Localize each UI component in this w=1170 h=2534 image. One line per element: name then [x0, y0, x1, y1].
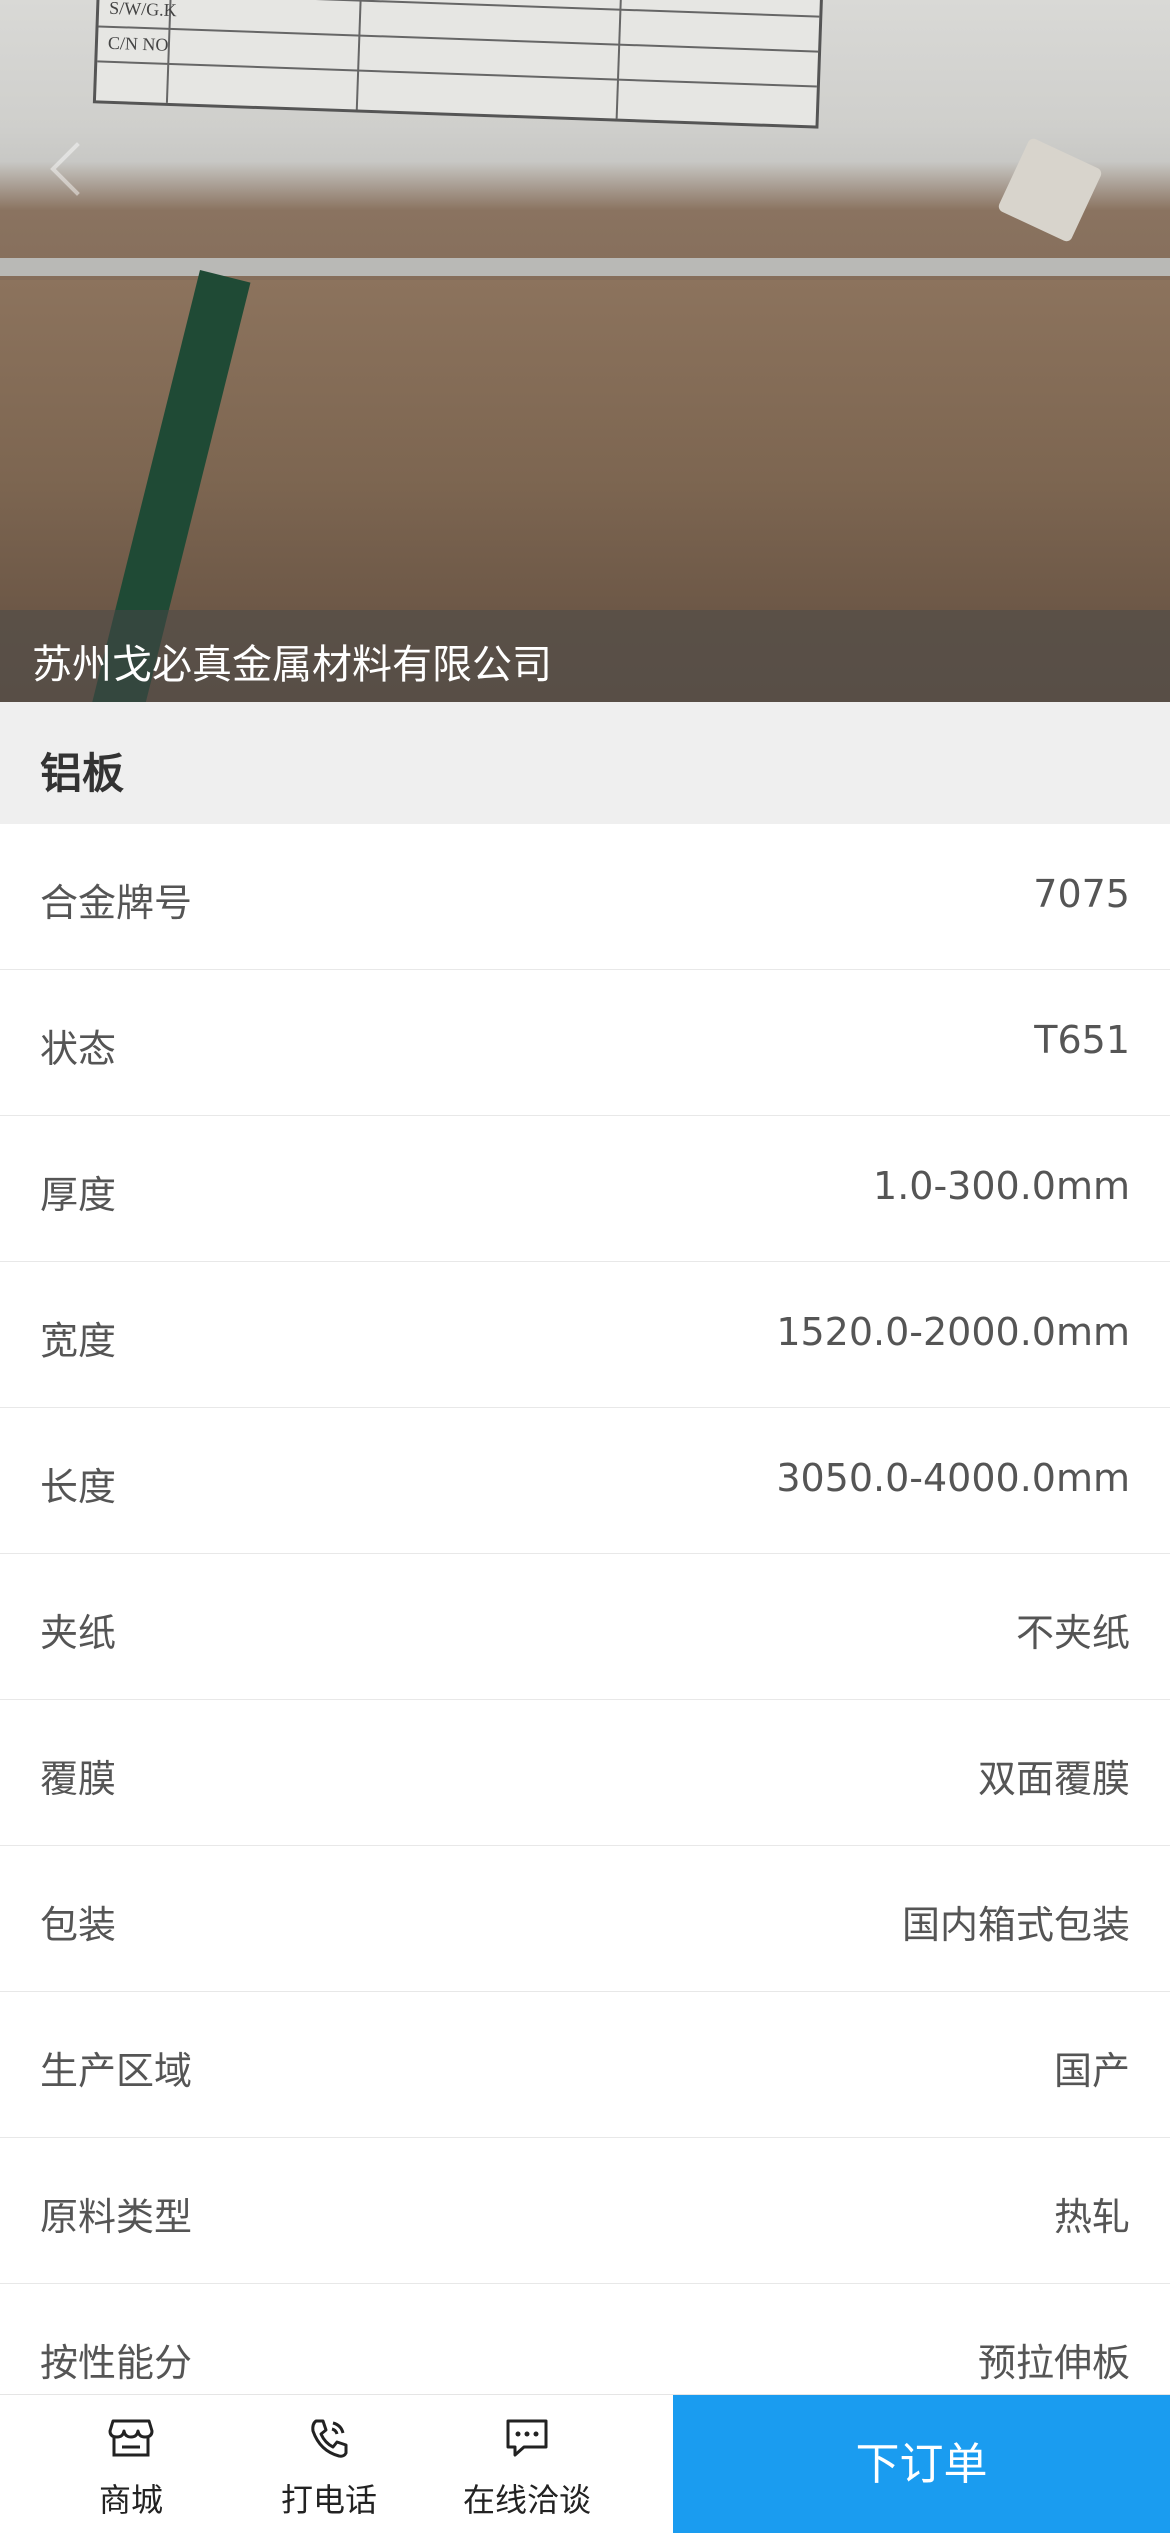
spec-label: 包装: [40, 1903, 117, 1947]
spec-label: 覆膜: [40, 1757, 117, 1801]
spec-row-width: 宽度 1520.0-2000.0mm: [0, 1262, 1170, 1408]
spec-row-film: 覆膜 双面覆膜: [0, 1700, 1170, 1846]
spec-label: 生产区域: [40, 2049, 193, 2093]
spec-value: 双面覆膜: [977, 1757, 1130, 1801]
spec-value: 国产: [1053, 2049, 1130, 2093]
spec-row-thickness: 厚度 1.0-300.0mm: [0, 1116, 1170, 1262]
company-caption: 苏州戈必真金属材料有限公司: [0, 610, 1170, 702]
spec-row-material-type: 原料类型 热轧: [0, 2138, 1170, 2284]
spec-value: 预拉伸板: [977, 2341, 1130, 2385]
tab-call[interactable]: 打电话: [230, 2395, 428, 2533]
spec-row-length: 长度 3050.0-4000.0mm: [0, 1408, 1170, 1554]
company-name: 苏州戈必真金属材料有限公司: [32, 642, 552, 688]
package-label-sheet: S/W/G.K C/N NO: [92, 0, 824, 129]
tab-chat[interactable]: 在线洽谈: [428, 2395, 626, 2533]
spec-label: 长度: [40, 1465, 117, 1509]
product-photo: S/W/G.K C/N NO 苏州戈必真金属材料有限公司: [0, 0, 1170, 702]
spec-value: 1520.0-2000.0mm: [776, 1310, 1130, 1354]
spec-label: 状态: [40, 1027, 117, 1071]
product-title: 铝板: [40, 749, 125, 798]
spec-label: 按性能分: [40, 2341, 193, 2385]
product-title-bar: 铝板: [0, 702, 1170, 824]
spec-value: 不夹纸: [1015, 1611, 1130, 1655]
spec-label: 合金牌号: [40, 881, 193, 925]
spec-value: 国内箱式包装: [901, 1903, 1130, 1947]
back-arrow-icon[interactable]: [50, 142, 104, 196]
tab-store-label: 商城: [98, 2481, 163, 2519]
spec-row-region: 生产区域 国产: [0, 1992, 1170, 2138]
spec-list: 合金牌号 7075 状态 T651 厚度 1.0-300.0mm 宽度 1520…: [0, 824, 1170, 2430]
tab-chat-label: 在线洽谈: [462, 2481, 591, 2519]
spec-value: T651: [1034, 1018, 1130, 1062]
spec-label: 宽度: [40, 1319, 117, 1363]
spec-label: 原料类型: [40, 2195, 193, 2239]
store-icon: [108, 2419, 154, 2457]
label-text-cn-no: C/N NO: [107, 32, 169, 55]
spec-value: 3050.0-4000.0mm: [776, 1456, 1130, 1500]
spec-label: 夹纸: [40, 1611, 117, 1655]
spec-row-alloy: 合金牌号 7075: [0, 824, 1170, 970]
spec-value: 热轧: [1053, 2195, 1130, 2239]
spec-row-interleaf: 夹纸 不夹纸: [0, 1554, 1170, 1700]
spec-row-temper: 状态 T651: [0, 970, 1170, 1116]
chat-icon: [506, 2419, 548, 2457]
tab-call-label: 打电话: [280, 2481, 377, 2519]
spec-label: 厚度: [40, 1173, 117, 1217]
phone-icon: [311, 2419, 348, 2458]
spec-value: 1.0-300.0mm: [873, 1164, 1130, 1208]
bottom-action-bar: 商城 打电话 在线洽谈 下订单: [0, 2394, 1170, 2533]
tab-store[interactable]: 商城: [32, 2395, 230, 2533]
label-text-swgk: S/W/G.K: [108, 0, 177, 21]
spec-value: 7075: [1033, 872, 1130, 916]
spec-row-packaging: 包装 国内箱式包装: [0, 1846, 1170, 1992]
place-order-button[interactable]: 下订单: [673, 2395, 1170, 2533]
